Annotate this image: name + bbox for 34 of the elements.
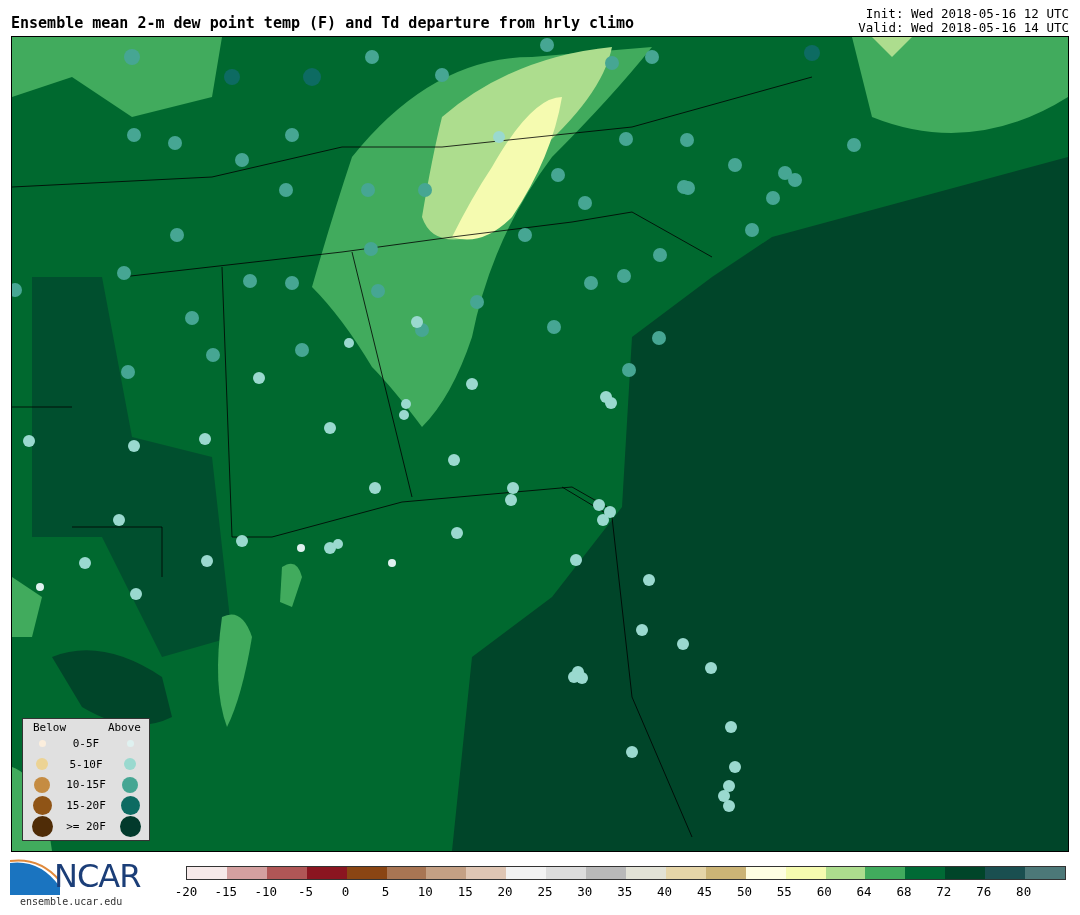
colorbar-tick-label: 0 [340,884,351,899]
colorbar-tick-label: 50 [735,884,753,899]
colorbar-tick-label: 30 [576,884,594,899]
colorbar-tick-label: 68 [895,884,913,899]
colorbar-tick-label: 5 [380,884,391,899]
legend-heading: Above [107,720,141,734]
legend-label: 15-20F [65,798,107,812]
colorbar-tick-label: -20 [173,884,199,899]
colorbar-tick-label: 25 [536,884,554,899]
colorbar-tick-label: 20 [496,884,514,899]
colorbar-tick-label: 80 [1015,884,1033,899]
chart-title: Ensemble mean 2-m dew point temp (F) and Td departure from hrly climo [11,14,635,34]
legend-heading: Below [33,720,67,734]
colorbar-tick-label: -10 [253,884,278,899]
init-time: Init: Wed 2018-05-16 12 UTC [865,7,1069,21]
website-url: ensemble.ucar.edu [20,896,124,907]
colorbar-tick-label: -15 [213,884,239,899]
colorbar-tick-label: 76 [975,884,993,899]
colorbar-tick-label: 45 [696,884,714,899]
colorbar-tick-label: 15 [456,884,474,899]
colorbar-tick-label: -5 [297,884,315,899]
colorbar-tick-label: 55 [775,884,793,899]
colorbar-tick-label: 64 [855,884,873,899]
colorbar-tick-label: 10 [416,884,434,899]
colorbar-tick-label: 40 [656,884,674,899]
colorbar-tick-label: 35 [616,884,634,899]
legend-label: >= 20F [65,819,107,833]
logo-text: NCAR [54,857,141,895]
legend-label: 0-5F [71,737,101,751]
colorbar-tick-label: 72 [935,884,953,899]
legend-label: 5-10F [68,757,104,771]
legend-label: 10-15F [65,778,107,792]
valid-time: Valid: Wed 2018-05-16 14 UTC [858,21,1069,35]
colorbar-tick-label: 60 [815,884,833,899]
